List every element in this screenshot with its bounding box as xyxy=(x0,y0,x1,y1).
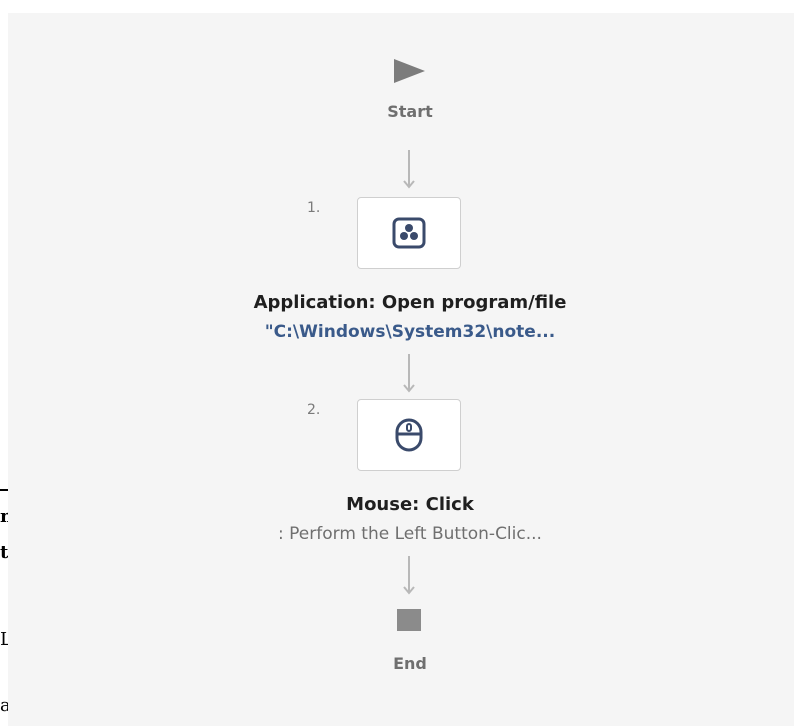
step-title: Application: Open program/file xyxy=(253,292,567,313)
end-stop-icon[interactable] xyxy=(397,609,421,631)
step-mouse-box[interactable] xyxy=(357,399,461,471)
step-application-box[interactable] xyxy=(357,197,461,269)
flow-arrow xyxy=(403,354,415,393)
start-label: Start xyxy=(387,102,433,121)
step-subtitle[interactable]: "C:\Windows\System32\note... xyxy=(160,322,660,342)
flow-arrow xyxy=(403,150,415,189)
step-title: Mouse: Click xyxy=(346,494,474,515)
end-label: End xyxy=(393,654,427,673)
start-play-icon[interactable] xyxy=(394,59,425,83)
application-icon xyxy=(392,217,426,249)
step-number: 2. xyxy=(307,402,321,418)
mouse-icon xyxy=(395,418,423,452)
step-subtitle[interactable]: : Perform the Left Button-Clic... xyxy=(160,524,660,544)
step-number: 1. xyxy=(307,200,321,216)
flow-arrow xyxy=(403,556,415,595)
